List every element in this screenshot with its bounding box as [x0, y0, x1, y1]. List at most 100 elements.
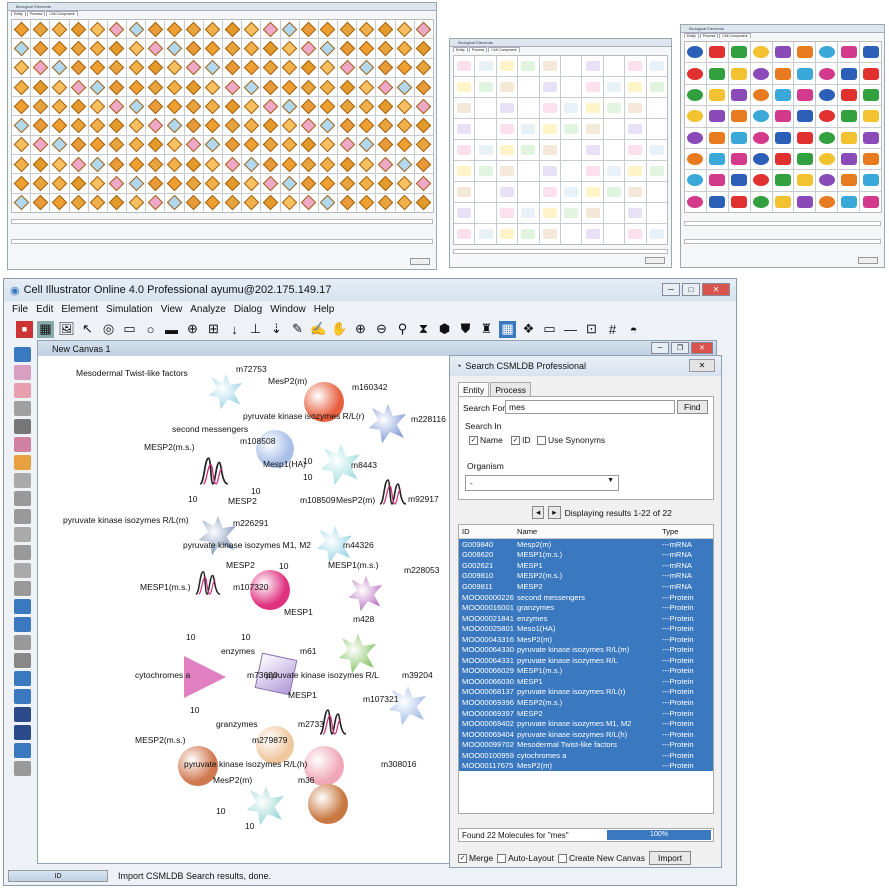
palette-cell[interactable] [299, 97, 318, 116]
palette-cell[interactable] [860, 170, 881, 191]
canvas-label[interactable]: m308016 [381, 759, 416, 769]
palette-icon-grid[interactable] [11, 19, 434, 213]
palette-cell[interactable] [107, 193, 127, 212]
table-row[interactable]: MOO00043316 MesP2(m) ---Protein [459, 633, 713, 645]
palette-cell[interactable] [376, 174, 395, 193]
palette-cell[interactable] [165, 97, 184, 116]
table-row[interactable]: MOO00066029 MESP1(m.s.) ---Protein [459, 665, 713, 677]
palette-cell[interactable] [31, 155, 50, 174]
palette-cell[interactable] [357, 58, 376, 77]
palette-cell[interactable] [203, 135, 222, 155]
palette-cell[interactable] [539, 140, 560, 160]
palette-cell[interactable] [560, 98, 582, 118]
palette-cell[interactable] [518, 98, 539, 118]
gray-curve-icon[interactable] [13, 473, 31, 488]
canvas-label[interactable]: m108508 [240, 436, 275, 446]
palette-cell[interactable] [12, 193, 31, 212]
id-checkbox[interactable]: ✓ [511, 436, 520, 446]
palette-cell[interactable] [50, 135, 69, 155]
palette-cell[interactable] [222, 135, 242, 155]
canvas-label[interactable]: second messengers [172, 424, 248, 434]
triangle-icon[interactable] [184, 656, 226, 698]
palette-cell[interactable] [625, 119, 646, 139]
rectangle-icon[interactable]: ▭ [121, 321, 138, 338]
prev-page-button[interactable]: ◂ [532, 506, 545, 519]
canvas-label[interactable]: MESP1(m.s.) [328, 560, 379, 570]
palette-cell[interactable] [646, 203, 667, 223]
palette-cell[interactable] [203, 155, 222, 174]
palette-cell[interactable] [31, 97, 50, 116]
palette-cell[interactable] [146, 77, 165, 97]
palette-cell[interactable] [299, 174, 318, 193]
palette-cell[interactable] [794, 42, 816, 63]
palette-cell[interactable] [794, 106, 816, 127]
palette-cell[interactable] [280, 20, 299, 39]
palette-cell[interactable] [88, 39, 107, 58]
palette-cell[interactable] [539, 119, 560, 139]
palette-cell[interactable] [838, 42, 860, 63]
palette-cell[interactable] [772, 42, 794, 63]
palette-cell[interactable] [728, 106, 750, 127]
protein-star-icon[interactable] [208, 374, 243, 410]
menu-simulation[interactable]: Simulation [106, 304, 153, 315]
protein-star-icon[interactable] [368, 404, 406, 444]
palette-cell[interactable] [299, 193, 318, 212]
organism-select[interactable]: - ▼ [465, 475, 619, 491]
palette-cell[interactable] [838, 84, 860, 106]
zoom-fit-icon[interactable]: ⚲ [394, 321, 411, 338]
palette-cell[interactable] [261, 174, 280, 193]
palette-cell[interactable] [395, 116, 414, 135]
palette-cell[interactable] [280, 39, 299, 58]
palette-cell[interactable] [338, 58, 357, 77]
palette-cell[interactable] [146, 39, 165, 58]
pause-icon[interactable] [13, 635, 31, 650]
canvas-label[interactable]: MesP2(m) [268, 376, 307, 386]
palette-cell[interactable] [50, 39, 69, 58]
next-page-button[interactable]: ▸ [548, 506, 561, 519]
palette-cell[interactable] [69, 20, 88, 39]
palette-cell[interactable] [338, 97, 357, 116]
palette-cell[interactable] [261, 20, 280, 39]
menu-view[interactable]: View [161, 304, 183, 315]
palette-cell[interactable] [280, 97, 299, 116]
canvas-close-button[interactable]: ✕ [691, 342, 713, 354]
palette-cell[interactable] [496, 140, 518, 160]
menu-file[interactable]: File [12, 304, 28, 315]
palette-cell[interactable] [728, 170, 750, 191]
palette-cell[interactable] [728, 84, 750, 106]
canvas-label[interactable]: Mesp1(HA) [263, 459, 306, 469]
palette-cell[interactable] [222, 174, 242, 193]
palette-cell[interactable] [582, 224, 603, 244]
palette-cell[interactable] [50, 97, 69, 116]
palette-cell[interactable] [582, 56, 603, 76]
table-row[interactable]: MOO00000226 second messengers ---Protein [459, 591, 713, 603]
palette-cell[interactable] [518, 77, 539, 97]
palette-cell[interactable] [376, 58, 395, 77]
palette-cell[interactable] [299, 116, 318, 135]
import-icon[interactable] [13, 347, 31, 362]
palette-cell[interactable] [88, 20, 107, 39]
palette-cell[interactable] [318, 20, 338, 39]
palette-cell[interactable] [88, 116, 107, 135]
table-row[interactable]: MOO00066030 MESP1 ---Protein [459, 676, 713, 687]
palette-cell[interactable] [261, 193, 280, 212]
palette-cell[interactable] [560, 56, 582, 76]
palette-cell[interactable] [772, 63, 794, 84]
palette-cell[interactable] [222, 155, 242, 174]
zoom-out-icon[interactable]: ⊖ [373, 321, 390, 338]
palette-cell[interactable] [728, 191, 750, 212]
palette-cell[interactable] [88, 97, 107, 116]
canvas-label[interactable]: MESP2 [228, 496, 257, 506]
palette-cell[interactable] [539, 56, 560, 76]
misc-icon[interactable] [13, 761, 31, 776]
palette-cell[interactable] [69, 116, 88, 135]
palette-cell[interactable] [165, 193, 184, 212]
canvas-label[interactable]: 10 [279, 561, 288, 571]
column-type[interactable]: Type [662, 527, 712, 536]
palette-cell[interactable] [127, 77, 146, 97]
palette-cell[interactable] [838, 191, 860, 212]
palette-cell[interactable] [860, 148, 881, 170]
palette-close-button[interactable] [645, 257, 665, 264]
palette-cell[interactable] [706, 63, 728, 84]
palette-cell[interactable] [816, 84, 838, 106]
